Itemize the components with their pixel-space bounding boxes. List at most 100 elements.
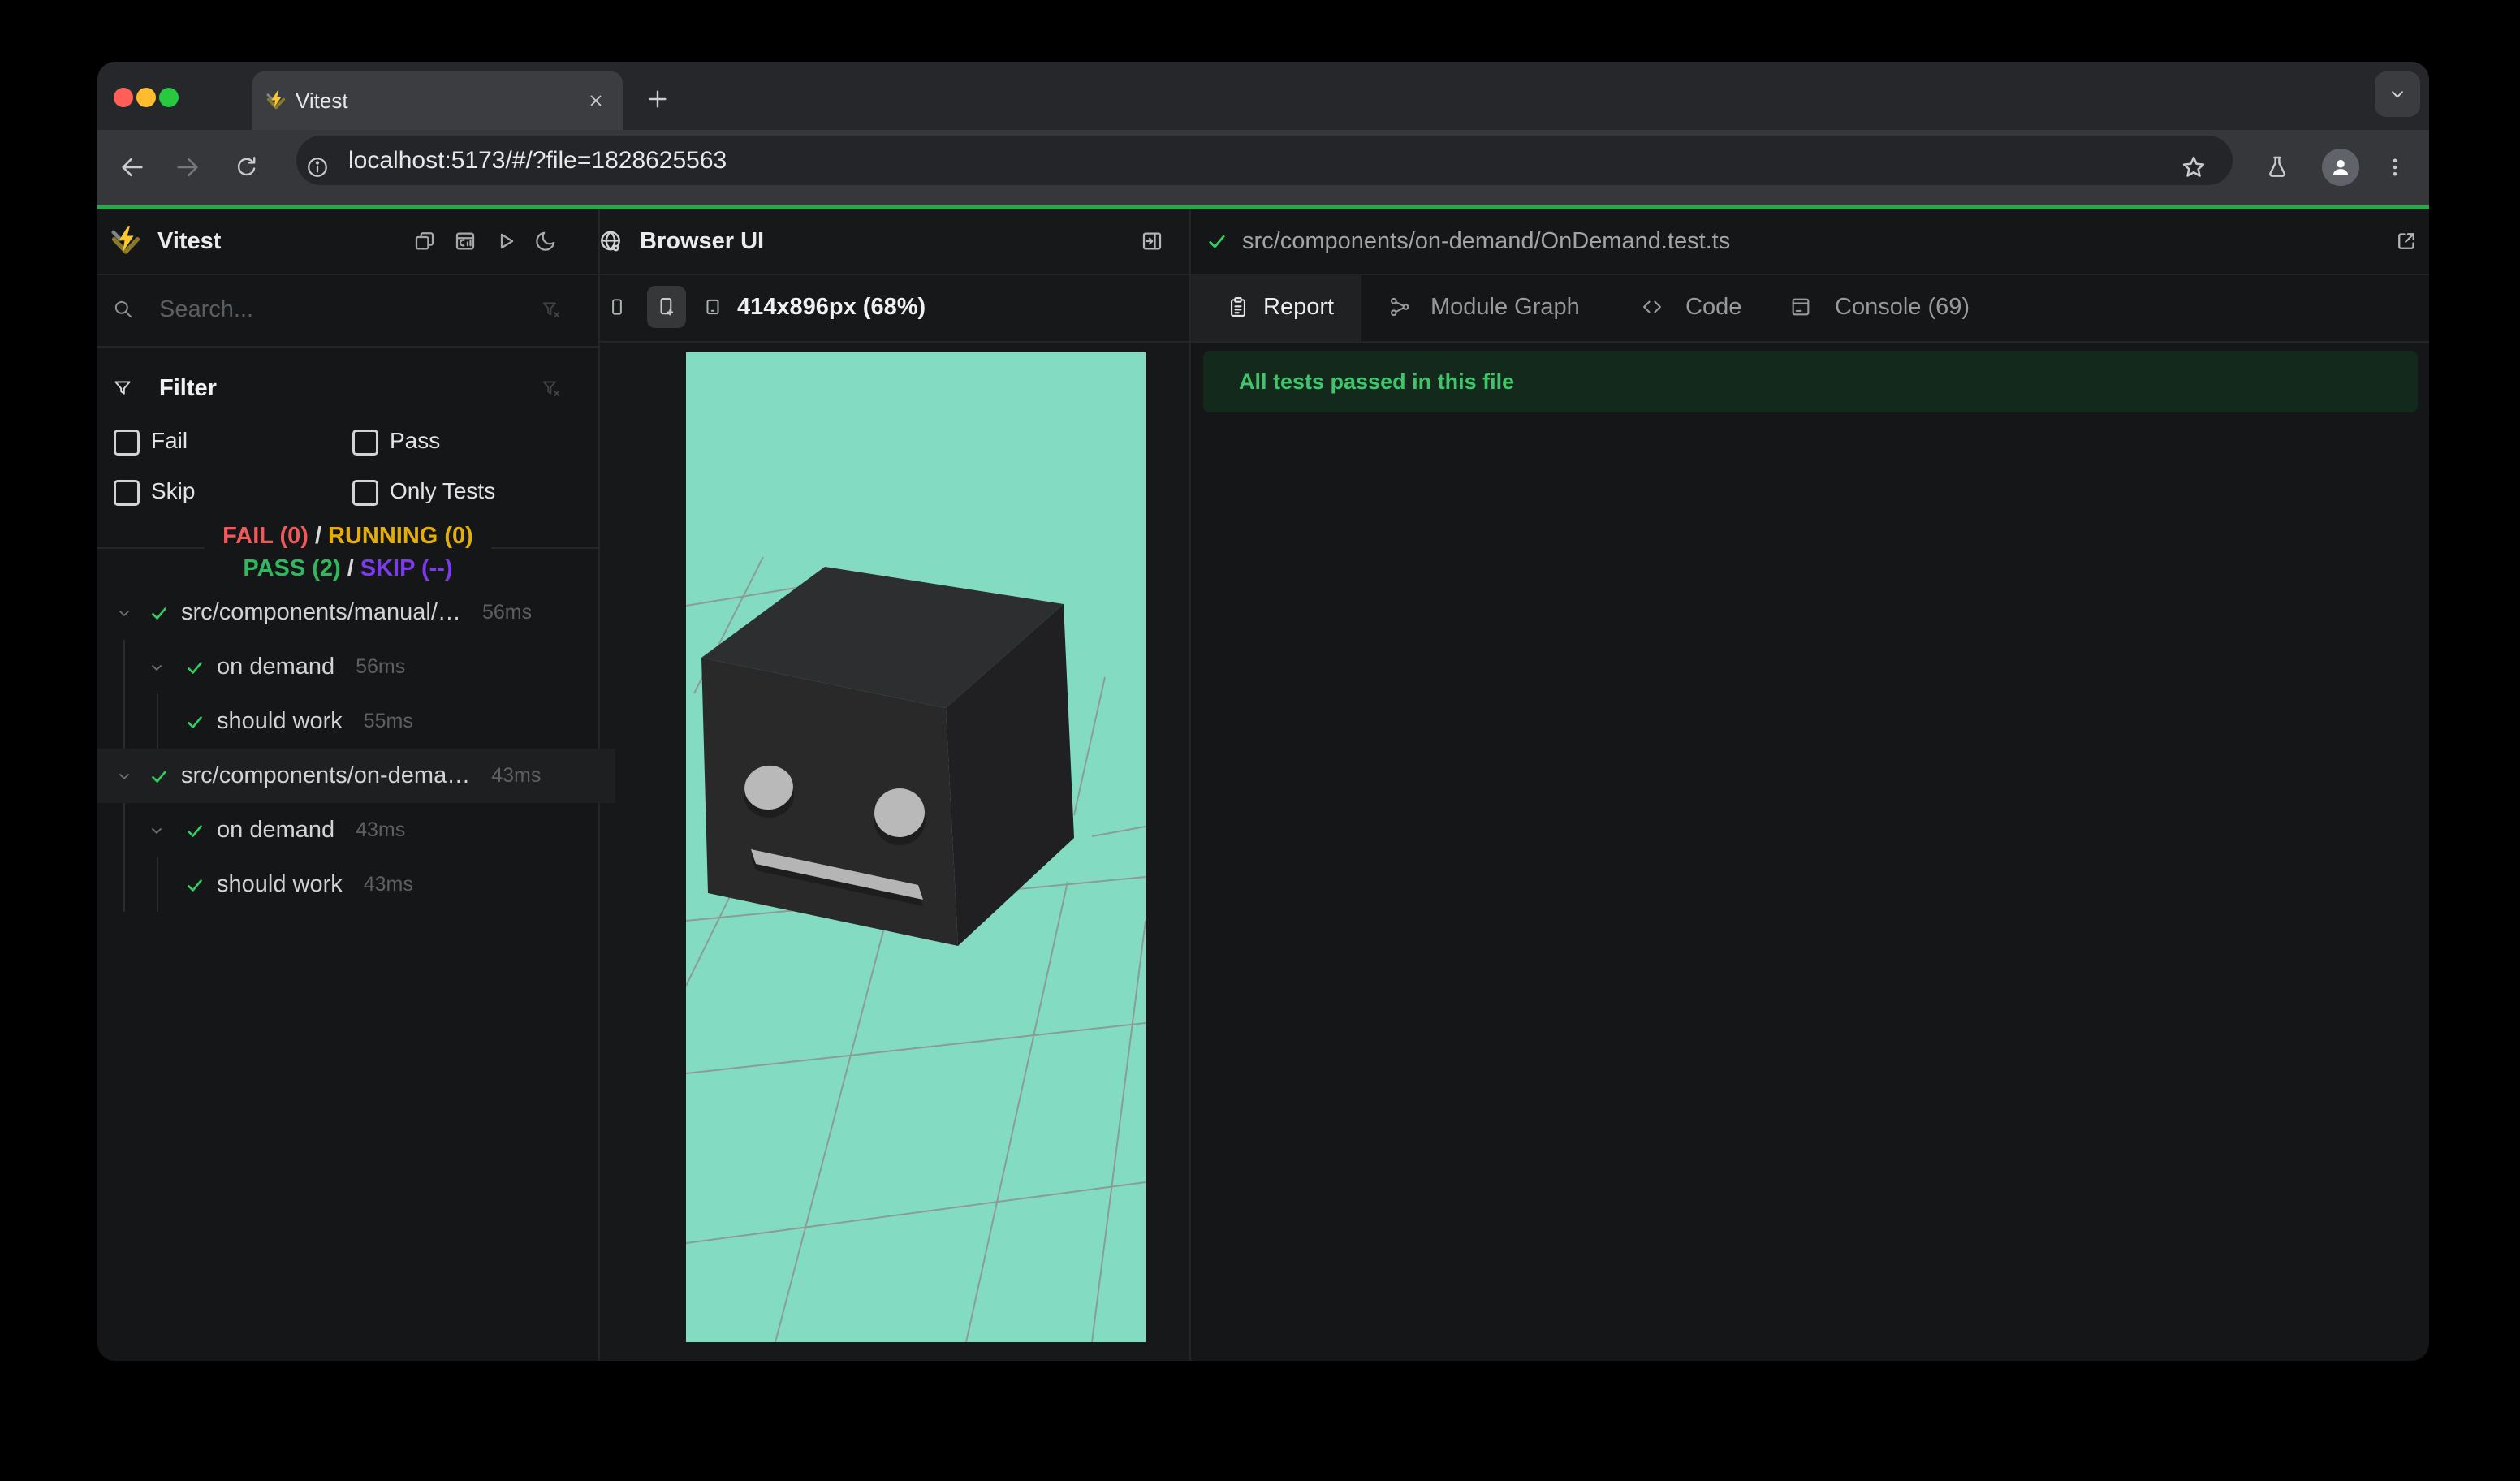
traffic-light-minimize[interactable] — [136, 88, 156, 107]
traffic-light-close[interactable] — [114, 88, 133, 107]
file-pass-check-icon — [1206, 230, 1228, 253]
moon-icon[interactable] — [533, 229, 558, 253]
tab-search-button[interactable] — [2375, 71, 2420, 117]
reload-icon[interactable] — [234, 154, 260, 180]
globe-icon — [598, 228, 624, 254]
tree-row-suite[interactable]: on demand 43ms — [97, 803, 648, 857]
checkbox-only-tests-label: Only Tests — [390, 478, 496, 503]
divider — [600, 341, 1189, 343]
divider — [97, 274, 598, 275]
funnel-icon — [112, 378, 133, 399]
pass-check-icon — [149, 766, 170, 787]
url-text[interactable]: localhost:5173/#/?file=1828625563 — [348, 136, 727, 185]
tab-module-graph[interactable]: Module Graph — [1430, 293, 1580, 321]
new-tab-icon[interactable] — [645, 86, 671, 112]
pass-count: PASS (2) — [243, 555, 341, 581]
tree-item-duration: 56ms — [481, 601, 533, 624]
profile-avatar[interactable] — [2322, 149, 2359, 186]
tree-item-duration: 55ms — [363, 710, 413, 732]
forward-icon[interactable] — [174, 153, 201, 181]
checkbox-fail[interactable] — [114, 430, 140, 456]
tree-item-label: should work — [217, 708, 343, 734]
info-icon[interactable] — [305, 155, 330, 179]
windows-stack-icon[interactable] — [412, 229, 437, 253]
search-input[interactable]: Search... — [159, 296, 253, 323]
indent-guide — [157, 694, 158, 749]
dashboard-icon[interactable] — [453, 229, 477, 253]
tab-console[interactable]: Console (69) — [1835, 293, 1970, 321]
pass-check-icon — [149, 602, 170, 624]
browser-panel-title: Browser UI — [640, 228, 765, 254]
browser-viewport[interactable] — [686, 352, 1146, 1342]
checkbox-fail-label: Fail — [151, 428, 188, 453]
funnel-clear-icon[interactable] — [541, 299, 562, 320]
phone-plus-icon[interactable] — [655, 296, 678, 318]
chevron-down-icon[interactable] — [114, 766, 134, 786]
indent-guide — [123, 640, 125, 749]
robot-cube — [701, 567, 1074, 946]
dock-right-icon[interactable] — [1140, 229, 1164, 253]
profile-icon — [2329, 156, 2352, 179]
filter-title: Filter — [159, 375, 217, 401]
menu-dots-icon[interactable] — [2383, 155, 2407, 179]
divider — [1191, 274, 2429, 275]
tree-row-test[interactable]: should work 55ms — [97, 694, 685, 749]
phone-icon[interactable] — [606, 296, 628, 317]
checkbox-pass[interactable] — [352, 430, 378, 456]
tab-report[interactable]: Report — [1263, 293, 1334, 321]
checkbox-pass-label: Pass — [390, 428, 441, 453]
funnel-clear-icon[interactable] — [541, 378, 562, 399]
tree-row-file-selected[interactable]: src/components/on-dema… 43ms — [97, 749, 615, 803]
clipboard-icon — [1227, 296, 1249, 318]
sidebar-title: Vitest — [158, 228, 222, 254]
test-file-path: src/components/on-demand/OnDemand.test.t… — [1242, 228, 1731, 254]
tree-row-suite[interactable]: on demand 56ms — [97, 640, 648, 694]
tree-item-label: on demand — [217, 654, 335, 680]
tree-item-duration: 43ms — [491, 764, 542, 787]
pass-check-icon — [184, 711, 205, 732]
panel-splitter[interactable] — [1189, 209, 1191, 1361]
pass-check-icon — [184, 657, 205, 678]
back-icon[interactable] — [119, 153, 146, 181]
test-summary: FAIL (0) / RUNNING (0) PASS (2) / SKIP (--) — [97, 513, 598, 585]
fail-count: FAIL (0) — [222, 523, 309, 549]
traffic-light-zoom[interactable] — [159, 88, 179, 107]
summary-line-2: PASS (2) / SKIP (--) — [243, 555, 453, 581]
chevron-down-icon[interactable] — [147, 658, 166, 677]
external-link-icon[interactable] — [2394, 229, 2419, 253]
tablet-icon[interactable] — [702, 296, 723, 317]
tree-item-duration: 43ms — [356, 818, 406, 841]
tree-item-label: src/components/manual/… — [181, 599, 461, 625]
vitest-logo — [107, 222, 145, 260]
tree-item-label: on demand — [217, 817, 335, 843]
chevron-down-icon — [2387, 84, 2408, 105]
chevron-down-icon[interactable] — [114, 603, 134, 623]
tree-item-duration: 56ms — [356, 655, 406, 678]
divider — [1191, 341, 2429, 343]
chevron-down-icon[interactable] — [147, 821, 166, 840]
tab-title: Vitest — [296, 89, 348, 113]
tree-item-label: src/components/on-dema… — [181, 762, 471, 788]
tree-row-file[interactable]: src/components/manual/… 56ms — [97, 585, 615, 640]
indent-guide — [123, 803, 125, 912]
summary-line-1: FAIL (0) / RUNNING (0) — [222, 523, 473, 549]
pass-check-icon — [184, 874, 205, 896]
divider — [600, 274, 1189, 275]
browser-window: Vitest localhost:5173/#/?file=1828625563… — [97, 62, 2429, 1361]
search-icon — [112, 298, 134, 320]
divider — [97, 346, 598, 348]
running-count: RUNNING (0) — [328, 523, 473, 549]
bookmark-star-icon[interactable] — [2180, 153, 2207, 181]
tab-code[interactable]: Code — [1685, 293, 1741, 321]
flask-icon[interactable] — [2264, 154, 2290, 180]
checkbox-only-tests[interactable] — [352, 480, 378, 506]
run-all-play-icon[interactable] — [494, 229, 518, 253]
indent-guide — [157, 857, 158, 912]
module-graph-icon — [1388, 296, 1411, 318]
vitest-favicon — [264, 89, 288, 113]
checkbox-skip[interactable] — [114, 480, 140, 506]
banner-text: All tests passed in this file — [1239, 369, 1515, 394]
close-tab-icon[interactable] — [586, 91, 606, 110]
checkbox-skip-label: Skip — [151, 478, 196, 503]
tree-row-test[interactable]: should work 43ms — [97, 857, 685, 912]
